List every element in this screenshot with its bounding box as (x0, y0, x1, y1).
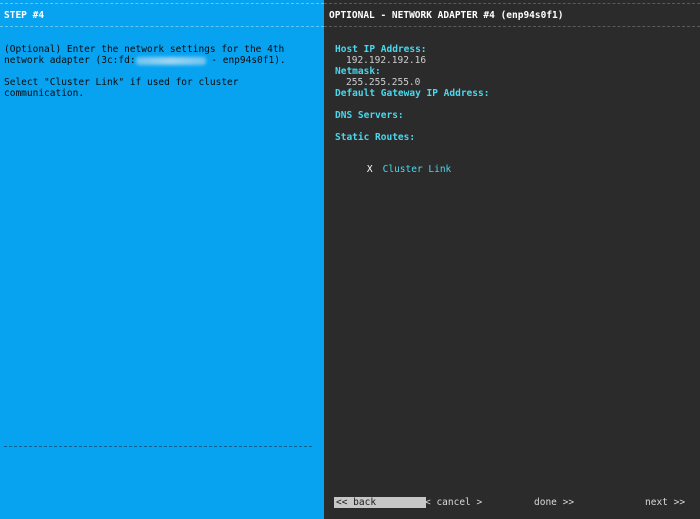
redacted-mac (135, 56, 206, 65)
check-mark: X (366, 164, 373, 175)
cluster-link-checkbox[interactable]: X Cluster Link (344, 153, 451, 186)
cluster-link-label: Cluster Link (382, 164, 452, 175)
cancel-button[interactable]: < cancel > (425, 497, 482, 508)
step-title: STEP #4 (4, 10, 45, 21)
dns-servers-field[interactable]: DNS Servers: (335, 110, 404, 121)
description-text: network adapter (3c:fd: (4, 55, 136, 66)
bottom-divider (4, 446, 312, 447)
done-button[interactable]: done >> (534, 497, 574, 508)
title-divider (0, 26, 324, 27)
host-ip-field[interactable]: 192.192.192.16 (346, 55, 426, 66)
step-pane: STEP #4 (Optional) Enter the network set… (0, 0, 324, 519)
netmask-field[interactable]: 255.255.255.0 (346, 77, 420, 88)
step-description-line: communication. (4, 88, 85, 99)
network-adapter-pane: OPTIONAL - NETWORK ADAPTER #4 (enp94s0f1… (324, 0, 700, 519)
static-routes-field[interactable]: Static Routes: (335, 132, 415, 143)
gateway-field[interactable]: Default Gateway IP Address: (335, 88, 489, 99)
netmask-label: Netmask: (335, 66, 381, 77)
top-divider (324, 3, 700, 4)
next-button[interactable]: next >> (645, 497, 685, 508)
description-text: - enp94s0f1). (205, 55, 286, 66)
top-divider (0, 3, 324, 4)
adapter-title: OPTIONAL - NETWORK ADAPTER #4 (enp94s0f1… (329, 10, 564, 21)
step-description-line: network adapter (3c:fd: - enp94s0f1). (4, 55, 286, 66)
back-button[interactable]: << back (334, 497, 426, 508)
host-ip-label: Host IP Address: (335, 44, 427, 55)
step-description-line: (Optional) Enter the network settings fo… (4, 44, 285, 55)
title-divider (324, 26, 700, 27)
step-description-line: Select "Cluster Link" if used for cluste… (4, 77, 239, 88)
